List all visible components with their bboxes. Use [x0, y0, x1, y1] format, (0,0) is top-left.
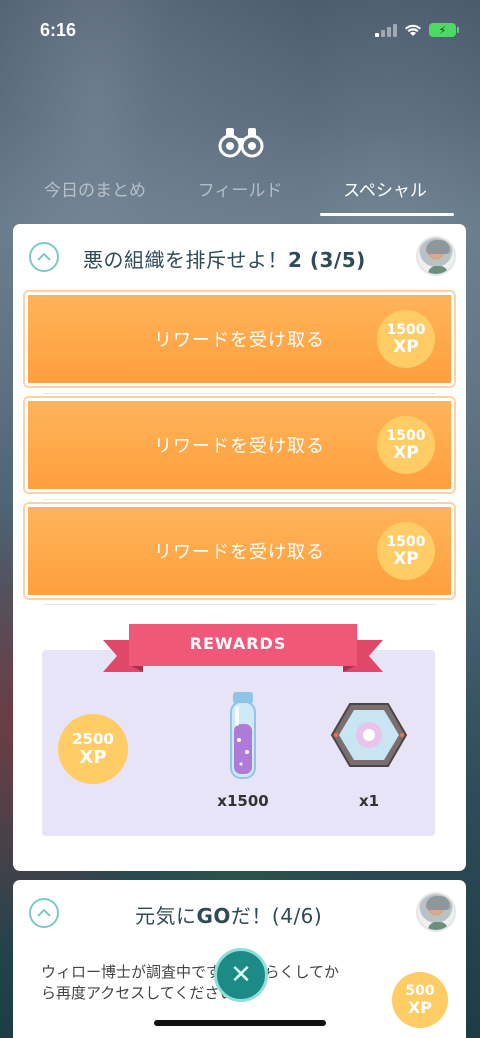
xp-badge: 1500 XP: [377, 416, 435, 474]
claim-reward-label: リワードを受け取る: [154, 436, 325, 457]
quest-title: 悪の組織を排斥せよ！2 (3/5): [83, 248, 366, 272]
close-icon: ✕: [230, 960, 252, 990]
binoculars-icon[interactable]: [218, 124, 264, 158]
signal-icon: [375, 23, 397, 37]
special-research-card: 悪の組織を排斥せよ！2 (3/5) リワードを受け取る 1500 XP リワード…: [13, 224, 466, 871]
chevron-up-icon: [37, 908, 51, 917]
claim-reward-button[interactable]: リワードを受け取る 1500 XP: [25, 504, 454, 598]
incubator-reward: x1: [329, 702, 409, 810]
claim-reward-button[interactable]: リワードを受け取る 1500 XP: [25, 398, 454, 492]
stardust-vial-icon: [230, 692, 256, 779]
incubator-count: x1: [358, 792, 380, 810]
status-icons: ⚡: [375, 23, 459, 37]
tab-today-summary[interactable]: 今日のまとめ: [30, 172, 160, 216]
quest-message: ウィロー博士が調査中です。しばらくしてから再度アクセスしてください。: [41, 963, 340, 1002]
tab-bar: 今日のまとめ フィールド スペシャル: [0, 172, 480, 216]
divider: [43, 499, 436, 500]
collapse-button[interactable]: [29, 242, 59, 272]
card-header: 元気にGOだ！(4/6): [13, 880, 466, 946]
xp-badge: 1500 XP: [377, 522, 435, 580]
divider: [43, 604, 436, 605]
stardust-count: x1500: [217, 792, 269, 810]
rewards-banner-text: REWARDS: [189, 634, 287, 653]
card-header: 悪の組織を排斥せよ！2 (3/5): [13, 224, 466, 290]
tab-special[interactable]: スペシャル: [320, 172, 454, 216]
divider: [43, 393, 436, 394]
xp-badge: 1500 XP: [377, 310, 435, 368]
collapse-button[interactable]: [29, 898, 59, 928]
professor-avatar: [416, 236, 456, 276]
chevron-up-icon: [37, 252, 51, 261]
status-bar: 6:16 ⚡: [0, 0, 480, 60]
close-button[interactable]: ✕: [214, 948, 268, 1002]
claim-reward-label: リワードを受け取る: [154, 330, 325, 351]
status-time: 6:16: [40, 19, 77, 40]
professor-avatar: [416, 892, 456, 932]
battery-charging-icon: ⚡: [429, 23, 459, 37]
claim-reward-label: リワードを受け取る: [154, 542, 325, 563]
home-indicator[interactable]: [154, 1020, 326, 1026]
xp-badge: 500 XP: [392, 972, 448, 1028]
stardust-reward: x1500: [193, 690, 293, 810]
incubator-icon: [330, 703, 408, 767]
wifi-icon: [405, 24, 421, 36]
claim-reward-button[interactable]: リワードを受け取る 1500 XP: [25, 292, 454, 386]
tab-field[interactable]: フィールド: [175, 172, 305, 216]
xp-reward-coin: 2500 XP: [58, 714, 128, 784]
quest-title-2: 元気にGOだ！(4/6): [135, 904, 323, 928]
